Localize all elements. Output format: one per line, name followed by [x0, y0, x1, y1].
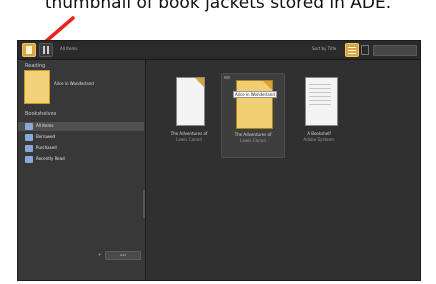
sort-label: Sort by Title [312, 46, 337, 51]
book-card[interactable]: A Bookshelf Adobe Systems [288, 73, 350, 156]
book-author: Lewis Carroll [240, 138, 266, 143]
reading-header: Reading [25, 63, 46, 69]
reading-view-button[interactable] [39, 43, 53, 57]
sidebar-item-label: Purchased [36, 145, 57, 150]
toolbar: All Items Sort by Title [18, 41, 420, 60]
book-card-selected[interactable]: Alice in Wonderland The Adventures of Le… [221, 73, 285, 158]
book-cover[interactable] [236, 80, 273, 129]
breadcrumb-text: All Items [60, 46, 78, 51]
sidebar-item-purchased[interactable]: Purchased [18, 144, 144, 153]
shelf-icon [25, 145, 33, 152]
selection-tag-icon [224, 76, 230, 79]
list-view-icon[interactable] [361, 45, 369, 55]
book-title: A Bookshelf [307, 131, 331, 136]
sidebar-item-borrowed[interactable]: Borrowed [18, 133, 144, 142]
sidebar-item-recently-read[interactable]: Recently Read [18, 155, 144, 164]
book-cover[interactable] [176, 77, 205, 126]
book-title: The Adventures of [234, 132, 272, 137]
shelf-icon [25, 134, 33, 141]
book-cover[interactable] [305, 77, 338, 126]
book-author: Lewis Carroll [176, 137, 202, 142]
ribbon-icon [263, 81, 272, 90]
book-card[interactable]: The Adventures of Lewis Carroll [158, 73, 220, 156]
thumbnail-view-button[interactable] [345, 43, 359, 57]
sidebar: Reading Alice in Wonderland Bookshelves … [18, 60, 146, 280]
ribbon-icon [195, 78, 204, 87]
plus-icon[interactable]: + [98, 252, 101, 257]
current-book-title[interactable]: Alice in Wonderland [54, 81, 94, 86]
bookshelves-header: Bookshelves [25, 111, 57, 117]
sidebar-item-label: Recently Read [36, 156, 65, 161]
text-lines-icon [309, 84, 331, 85]
tooltip-badge: Alice in Wonderland [233, 91, 277, 98]
book-author: Adobe Systems [303, 137, 335, 142]
book-title: The Adventures of [170, 131, 208, 136]
sidebar-item-label: All Items [36, 123, 54, 128]
shelf-icon [25, 156, 33, 163]
current-book-cover[interactable] [24, 70, 50, 104]
sidebar-item-all-items[interactable]: All Items [18, 122, 144, 131]
sidebar-item-label: Borrowed [36, 134, 56, 139]
add-shelf-button[interactable]: Add [105, 251, 141, 260]
library-view-button[interactable] [22, 43, 36, 57]
search-input[interactable] [373, 45, 417, 56]
sidebar-splitter[interactable] [143, 190, 145, 218]
shelf-icon [25, 123, 33, 130]
ade-window: All Items Sort by Title Reading Alice in… [17, 40, 421, 281]
